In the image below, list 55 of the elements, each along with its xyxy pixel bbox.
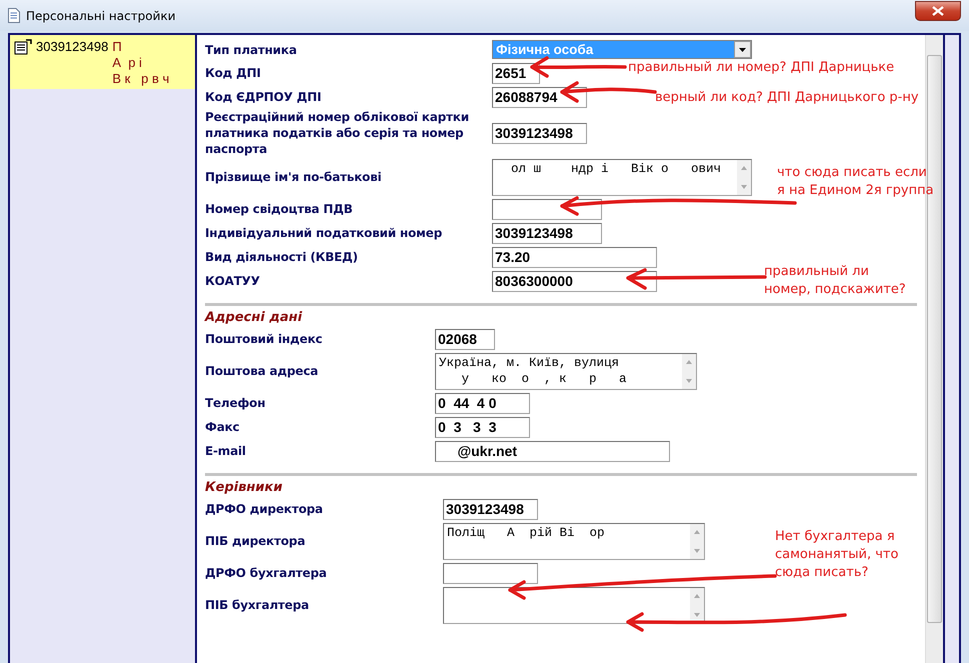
caret-icon[interactable] — [734, 41, 751, 58]
scroll-arrows-icon — [737, 160, 751, 194]
text-area-field[interactable]: ол ш ндр і Вік о ович — [492, 158, 752, 196]
field-label: Тип платника — [205, 42, 298, 58]
field-label: Індивідуальний податковий номер — [205, 225, 443, 241]
field-label: Поштова адреса — [205, 363, 320, 379]
close-button[interactable] — [915, 0, 961, 20]
field-label: Реєстраційний номер облікової картки платника податків або серія та номер паспорта — [205, 109, 470, 157]
handwritten-note: правильный ли номер, подскажите? — [764, 263, 906, 299]
form-edit-icon — [14, 39, 32, 55]
text-area-field[interactable]: Україна, м. Київ, вулиця у ко о , к р а — [435, 352, 697, 390]
text-field[interactable]: 73.20 — [492, 246, 657, 268]
scroll-arrows-icon — [690, 588, 704, 622]
handwritten-note: верный ли код? ДПІ Дарницького р-ну — [655, 89, 919, 107]
scroll-arrows-icon — [690, 524, 704, 558]
document-icon — [8, 8, 20, 23]
field-label: ДРФО директора — [205, 501, 324, 517]
field-label: Номер свідоцтва ПДВ — [205, 201, 354, 217]
close-icon — [932, 6, 944, 16]
field-label: Код ДПІ — [205, 65, 262, 81]
text-area-field[interactable] — [443, 586, 705, 624]
handwritten-note: что сюда писать если я на Едином 2я группа — [777, 164, 934, 200]
text-field[interactable]: 3039123498 — [492, 122, 587, 144]
taxpayer-name: П А р і В к р в ч — [112, 39, 170, 87]
field-label: Факс — [205, 419, 240, 435]
field-label: КОАТУУ — [205, 273, 261, 289]
text-field[interactable]: 2651 — [492, 62, 540, 84]
taxpayer-code: 3039123498 — [36, 39, 108, 56]
field-label: ПІБ директора — [205, 533, 306, 549]
field-label: Телефон — [205, 395, 266, 411]
handwritten-note: Нет бухгалтера я самонанятый, что сюда писать? — [775, 528, 898, 582]
text-field[interactable]: 02068 — [435, 328, 495, 350]
field-label: ПІБ бухгалтера — [205, 597, 310, 613]
text-field[interactable]: @ukr.net — [435, 440, 670, 462]
text-field[interactable]: 3039123498 — [443, 498, 538, 520]
text-field[interactable]: 26088794 — [492, 86, 587, 108]
handwritten-note: правильный ли номер? ДПІ Дарницьке — [628, 59, 894, 77]
scroll-arrows-icon — [682, 354, 696, 388]
field-label: ДРФО бухгалтера — [205, 565, 328, 581]
text-field[interactable]: 0 3 3 3 — [435, 416, 530, 438]
text-field[interactable]: 0 44 4 0 — [435, 392, 530, 414]
taxpayer-list-item[interactable]: 3039123498 П А р і В к р в ч — [10, 35, 195, 89]
section-heading: Керівники — [205, 480, 284, 495]
field-label: Прізвище ім'я по-батькові — [205, 169, 382, 185]
field-label: E-mail — [205, 443, 247, 459]
section-heading: Адресні дані — [205, 310, 304, 325]
field-label: Код ЄДРПОУ ДПІ — [205, 89, 322, 105]
text-area-field[interactable]: Поліщ А рій Ві ор — [443, 522, 705, 560]
field-label: Поштовий індекс — [205, 331, 324, 347]
text-field[interactable] — [443, 562, 538, 584]
field-label: Вид діяльності (КВЕД) — [205, 249, 359, 265]
window-title: Персональні настройки — [26, 8, 176, 22]
text-field[interactable]: 3039123498 — [492, 222, 602, 244]
text-field[interactable]: 8036300000 — [492, 270, 657, 292]
text-field[interactable] — [492, 198, 602, 220]
